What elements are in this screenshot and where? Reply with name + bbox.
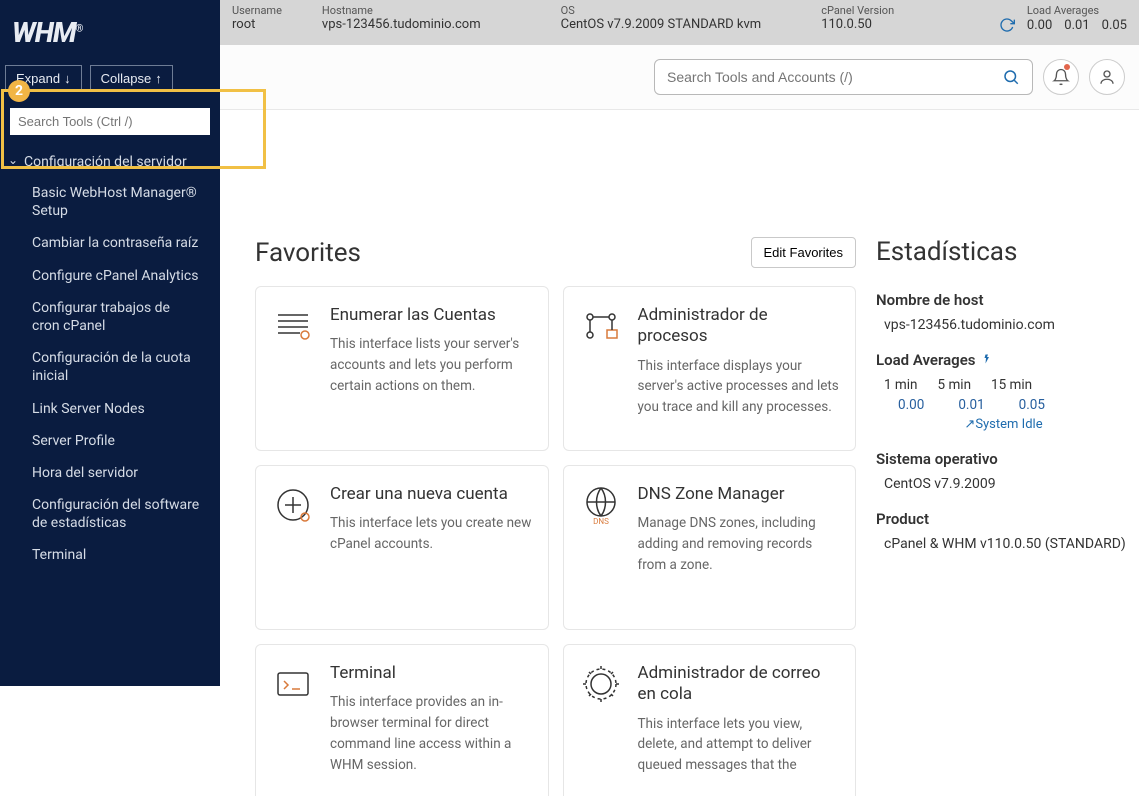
header-search-box[interactable]: [654, 59, 1033, 95]
card-list-accounts[interactable]: Enumerar las Cuentas This interface list…: [255, 286, 549, 451]
username-label: Username: [232, 4, 282, 17]
card-desc: This interface lists your server's accou…: [330, 334, 532, 397]
os-label: Sistema operativo: [876, 450, 1131, 468]
hostname-value: vps-123456.tudominio.com: [322, 17, 481, 32]
hostname-label: Nombre de host: [876, 291, 1131, 309]
os-block: OS CentOS v7.9.2009 STANDARD kvm: [561, 4, 762, 32]
card-title: DNS Zone Manager: [638, 484, 840, 505]
card-desc: This interface displays your server's ac…: [638, 356, 840, 419]
hostname-block: Hostname vps-123456.tudominio.com: [322, 4, 481, 32]
card-mail-queue[interactable]: Administrador de correo en cola This int…: [563, 644, 857, 796]
username-block: Username root: [232, 4, 282, 32]
card-title: Terminal: [330, 663, 532, 684]
card-dns-zone[interactable]: DNS DNS Zone Manager Manage DNS zones, i…: [563, 465, 857, 630]
mail-queue-icon: [580, 663, 622, 705]
os-label: OS: [561, 4, 762, 17]
la-5min-label: 5 min: [938, 377, 972, 393]
account-button[interactable]: [1089, 59, 1125, 95]
product-value: cPanel & WHM v110.0.50 (STANDARD): [876, 536, 1131, 552]
notifications-button[interactable]: [1043, 59, 1079, 95]
load-15: 0.05: [1102, 18, 1127, 33]
notification-dot-icon: [1064, 64, 1070, 70]
stats-title: Estadísticas: [876, 237, 1131, 267]
card-create-account[interactable]: Crear una nueva cuenta This interface le…: [255, 465, 549, 630]
product-label: Product: [876, 510, 1131, 528]
card-desc: This interface provides an in-browser te…: [330, 692, 532, 776]
dns-zone-icon: DNS: [580, 484, 622, 526]
brand-logo: WHM®: [0, 0, 220, 57]
hostname-value: vps-123456.tudominio.com: [876, 317, 1131, 333]
load-averages-label: Load Averages: [999, 4, 1127, 17]
arrow-down-icon: ↓: [64, 71, 71, 86]
process-manager-icon: [580, 305, 622, 347]
card-title: Enumerar las Cuentas: [330, 305, 532, 326]
sidebar: WHM® Expand ↓ Collapse ↑ Configuración d…: [0, 0, 220, 686]
card-desc: Manage DNS zones, including adding and r…: [638, 513, 840, 576]
running-icon: [979, 351, 991, 369]
sidebar-item-basic-setup[interactable]: Basic WebHost Manager® Setup: [0, 177, 220, 227]
sidebar-item-change-root-pw[interactable]: Cambiar la contraseña raíz: [0, 227, 220, 259]
username-value: root: [232, 17, 282, 32]
external-link-icon: ↗: [964, 417, 975, 432]
sidebar-group-server-config[interactable]: Configuración del servidor: [0, 147, 220, 177]
os-value: CentOS v7.9.2009 STANDARD kvm: [561, 17, 762, 32]
system-idle-link[interactable]: ↗System Idle: [876, 417, 1131, 432]
sidebar-item-link-nodes[interactable]: Link Server Nodes: [0, 393, 220, 425]
cpanel-version-block: cPanel Version 110.0.50: [821, 4, 894, 32]
load-5: 0.01: [1064, 18, 1089, 33]
sidebar-item-initial-quota[interactable]: Configuración de la cuota inicial: [0, 342, 220, 392]
la-5min-value: 0.01: [944, 397, 984, 413]
os-value: CentOS v7.9.2009: [876, 476, 1131, 492]
hostname-label: Hostname: [322, 4, 481, 17]
card-process-manager[interactable]: Administrador de procesos This interface…: [563, 286, 857, 451]
favorites-title: Favorites: [255, 238, 361, 268]
sidebar-item-server-time[interactable]: Hora del servidor: [0, 457, 220, 489]
la-label: Load Averages: [876, 351, 1131, 369]
collapse-button[interactable]: Collapse ↑: [90, 65, 173, 92]
sidebar-item-server-profile[interactable]: Server Profile: [0, 425, 220, 457]
refresh-icon[interactable]: [999, 17, 1015, 33]
stats-panel: Estadísticas Nombre de host vps-123456.t…: [876, 237, 1131, 796]
card-desc: This interface lets you create new cPane…: [330, 513, 532, 555]
la-1min-label: 1 min: [884, 377, 918, 393]
main-content: Favorites Edit Favorites Enumerar las Cu…: [247, 215, 1139, 796]
card-title: Administrador de procesos: [638, 305, 840, 348]
cpv-label: cPanel Version: [821, 4, 894, 17]
sidebar-item-analytics[interactable]: Configure cPanel Analytics: [0, 260, 220, 292]
sidebar-search-input[interactable]: [10, 108, 210, 135]
load-1: 0.00: [1027, 18, 1052, 33]
search-icon[interactable]: [1002, 68, 1020, 86]
la-15min-value: 0.05: [1005, 397, 1045, 413]
create-account-icon: [272, 484, 314, 526]
search-input[interactable]: [667, 69, 1002, 85]
list-accounts-icon: [272, 305, 314, 347]
edit-favorites-button[interactable]: Edit Favorites: [751, 237, 856, 268]
sidebar-item-cron[interactable]: Configurar trabajos de cron cPanel: [0, 292, 220, 342]
sidebar-item-terminal[interactable]: Terminal: [0, 539, 220, 571]
la-1min-value: 0.00: [884, 397, 924, 413]
arrow-up-icon: ↑: [155, 71, 162, 86]
terminal-icon: [272, 663, 314, 705]
cpv-value: 110.0.50: [821, 17, 894, 32]
la-15min-label: 15 min: [991, 377, 1032, 393]
card-desc: This interface lets you view, delete, an…: [638, 714, 840, 777]
card-terminal[interactable]: Terminal This interface provides an in-b…: [255, 644, 549, 796]
annotation-badge-2: 2: [8, 80, 30, 102]
sidebar-item-stats-software[interactable]: Configuración del software de estadístic…: [0, 489, 220, 539]
svg-text:DNS: DNS: [593, 517, 609, 526]
card-title: Administrador de correo en cola: [638, 663, 840, 706]
load-averages-block: Load Averages 0.00 0.01 0.05: [999, 4, 1127, 33]
card-title: Crear una nueva cuenta: [330, 484, 532, 505]
